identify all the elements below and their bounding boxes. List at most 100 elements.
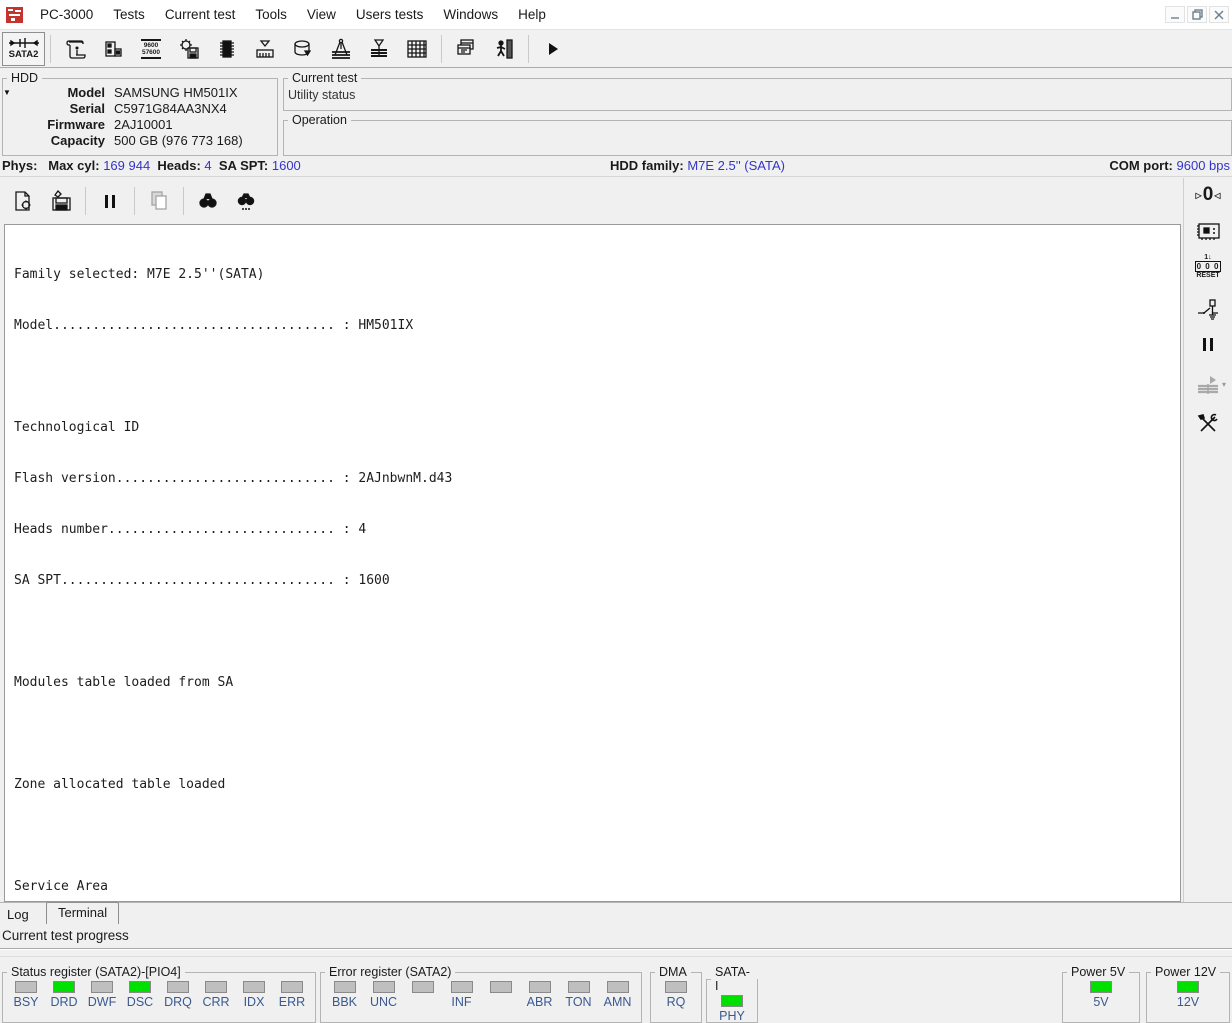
terminal-line: Service Area bbox=[14, 879, 108, 894]
lamp-ton bbox=[567, 981, 590, 993]
hdd-firmware-value: 2AJ10001 bbox=[114, 117, 173, 132]
restore-button[interactable] bbox=[1187, 6, 1207, 23]
menu-view[interactable]: View bbox=[297, 1, 346, 29]
start-icon[interactable] bbox=[534, 32, 572, 66]
menu-current-test[interactable]: Current test bbox=[155, 1, 246, 29]
compass-icon[interactable] bbox=[322, 32, 360, 66]
reset-step-glyph: 1↓ bbox=[1204, 254, 1212, 261]
max-cyl-label: Max cyl: bbox=[48, 158, 100, 173]
hdd-serial-label: Serial bbox=[69, 101, 105, 116]
indicator-5v: 5V bbox=[1082, 981, 1120, 1009]
pcb-card-icon[interactable] bbox=[1184, 220, 1232, 242]
terminal-log-view[interactable]: Family selected: M7E 2.5''(SATA) Model..… bbox=[4, 224, 1181, 902]
sata-group: SATA-I PHY bbox=[706, 965, 758, 1023]
pause-io-icon[interactable] bbox=[1184, 338, 1232, 351]
close-icon bbox=[1214, 10, 1224, 19]
start-options-dropdown[interactable]: ▾ bbox=[1222, 380, 1226, 389]
indicator-err: ERR bbox=[273, 981, 311, 1009]
hdd-family-value: M7E 2.5'' (SATA) bbox=[687, 158, 785, 173]
baud-bottom-label: 57600 bbox=[141, 48, 161, 56]
minimize-icon bbox=[1171, 16, 1179, 19]
clear-log-icon[interactable] bbox=[4, 184, 42, 218]
lamp-unc bbox=[372, 981, 395, 993]
menu-tools[interactable]: Tools bbox=[245, 1, 297, 29]
toolbar-separator bbox=[528, 34, 529, 63]
pause-icon[interactable] bbox=[91, 184, 129, 218]
lamp-dwf bbox=[91, 981, 113, 993]
save-log-icon[interactable] bbox=[42, 184, 80, 218]
exit-icon[interactable] bbox=[485, 32, 523, 66]
start-filtered-icon[interactable]: ▾ bbox=[1184, 374, 1232, 398]
lamp-drd bbox=[53, 981, 75, 993]
main-toolbar: SATA2 9600 57600 bbox=[0, 30, 1232, 68]
power5v-legend: Power 5V bbox=[1071, 965, 1126, 979]
cascade-windows-icon[interactable] bbox=[447, 32, 485, 66]
lamp-amn bbox=[606, 981, 629, 993]
menu-pc3000[interactable]: PC-3000 bbox=[30, 1, 103, 29]
tab-log[interactable]: Log bbox=[7, 907, 29, 922]
dma-group: DMA RQ bbox=[650, 965, 702, 1023]
tools-icon[interactable] bbox=[1184, 412, 1232, 436]
head-ruler-icon[interactable] bbox=[246, 32, 284, 66]
hdd-firmware-label: Firmware bbox=[47, 117, 105, 132]
baud-top-label: 9600 bbox=[143, 41, 159, 49]
menu-help[interactable]: Help bbox=[508, 1, 556, 29]
menu-bar: PC-3000 Tests Current test Tools View Us… bbox=[0, 0, 1232, 30]
pause-glyph bbox=[1203, 338, 1213, 351]
utility-status-label: Utility status bbox=[288, 88, 356, 102]
terminal-line: Modules table loaded from SA bbox=[14, 675, 234, 690]
divider bbox=[0, 948, 1232, 950]
reset-label: RESET bbox=[1196, 272, 1220, 279]
lamp-5v bbox=[1090, 981, 1112, 993]
hdd-panel: HDD Model SAMSUNG HM501IX Serial C5971G8… bbox=[2, 71, 278, 156]
indicator-rq: RQ bbox=[657, 981, 695, 1009]
lamp-dsc bbox=[129, 981, 151, 993]
indicator-abr: ABR bbox=[521, 981, 559, 1009]
status-register-legend: Status register (SATA2)-[PIO4] bbox=[11, 965, 181, 979]
power12v-legend: Power 12V bbox=[1155, 965, 1217, 979]
indicator-crr: CRR bbox=[197, 981, 235, 1009]
database-icon[interactable] bbox=[284, 32, 322, 66]
lamp-phy bbox=[721, 995, 743, 1007]
lamp-bsy bbox=[15, 981, 37, 993]
find-icon[interactable] bbox=[189, 184, 227, 218]
menu-users-tests[interactable]: Users tests bbox=[346, 1, 434, 29]
com-port-label: COM port: bbox=[1109, 158, 1173, 173]
phys-label: Phys: bbox=[2, 158, 38, 173]
utility-status-icon[interactable] bbox=[56, 32, 94, 66]
toolbar-separator bbox=[183, 187, 184, 215]
chip-test-icon[interactable] bbox=[208, 32, 246, 66]
indicator-blank-2 bbox=[482, 981, 520, 1009]
drive-zero-position-icon[interactable]: ▷ 0 ◁ bbox=[1184, 184, 1232, 206]
error-register-group: Error register (SATA2) BBK UNC INF ABR T… bbox=[320, 965, 642, 1023]
terminal-line: Technological ID bbox=[14, 420, 140, 435]
filter-lines-icon[interactable] bbox=[360, 32, 398, 66]
bottom-tab-strip: Log Terminal bbox=[0, 902, 1232, 924]
baud-rate-icon[interactable]: 9600 57600 bbox=[132, 32, 170, 66]
work-area: Family selected: M7E 2.5''(SATA) Model..… bbox=[0, 178, 1232, 902]
tab-terminal[interactable]: Terminal bbox=[46, 902, 120, 924]
pc3000-logo-icon bbox=[6, 6, 23, 23]
indicator-drq: DRQ bbox=[159, 981, 197, 1009]
hdd-selector-dropdown[interactable]: ▼ bbox=[3, 88, 11, 97]
settings-save-icon[interactable] bbox=[170, 32, 208, 66]
lamp-err bbox=[281, 981, 303, 993]
menu-tests[interactable]: Tests bbox=[103, 1, 155, 29]
grid-icon[interactable] bbox=[398, 32, 436, 66]
sata2-mode-button[interactable]: SATA2 bbox=[2, 31, 45, 66]
divider bbox=[0, 956, 1232, 957]
zero-glyph: 0 bbox=[1202, 184, 1214, 205]
minimize-button[interactable] bbox=[1165, 6, 1185, 23]
dma-legend: DMA bbox=[659, 965, 687, 979]
reset-counter-icon[interactable]: 1↓ 0 0 0 RESET bbox=[1184, 254, 1232, 280]
right-toolbar: ▷ 0 ◁ 1↓ 0 0 0 RESET ▾ bbox=[1183, 178, 1232, 902]
close-button[interactable] bbox=[1209, 6, 1229, 23]
indicator-ton: TON bbox=[560, 981, 598, 1009]
find-next-icon[interactable] bbox=[227, 184, 265, 218]
copy-icon[interactable] bbox=[140, 184, 178, 218]
menu-windows[interactable]: Windows bbox=[433, 1, 508, 29]
power-switch-icon[interactable] bbox=[1184, 296, 1232, 322]
resources-icon[interactable] bbox=[94, 32, 132, 66]
